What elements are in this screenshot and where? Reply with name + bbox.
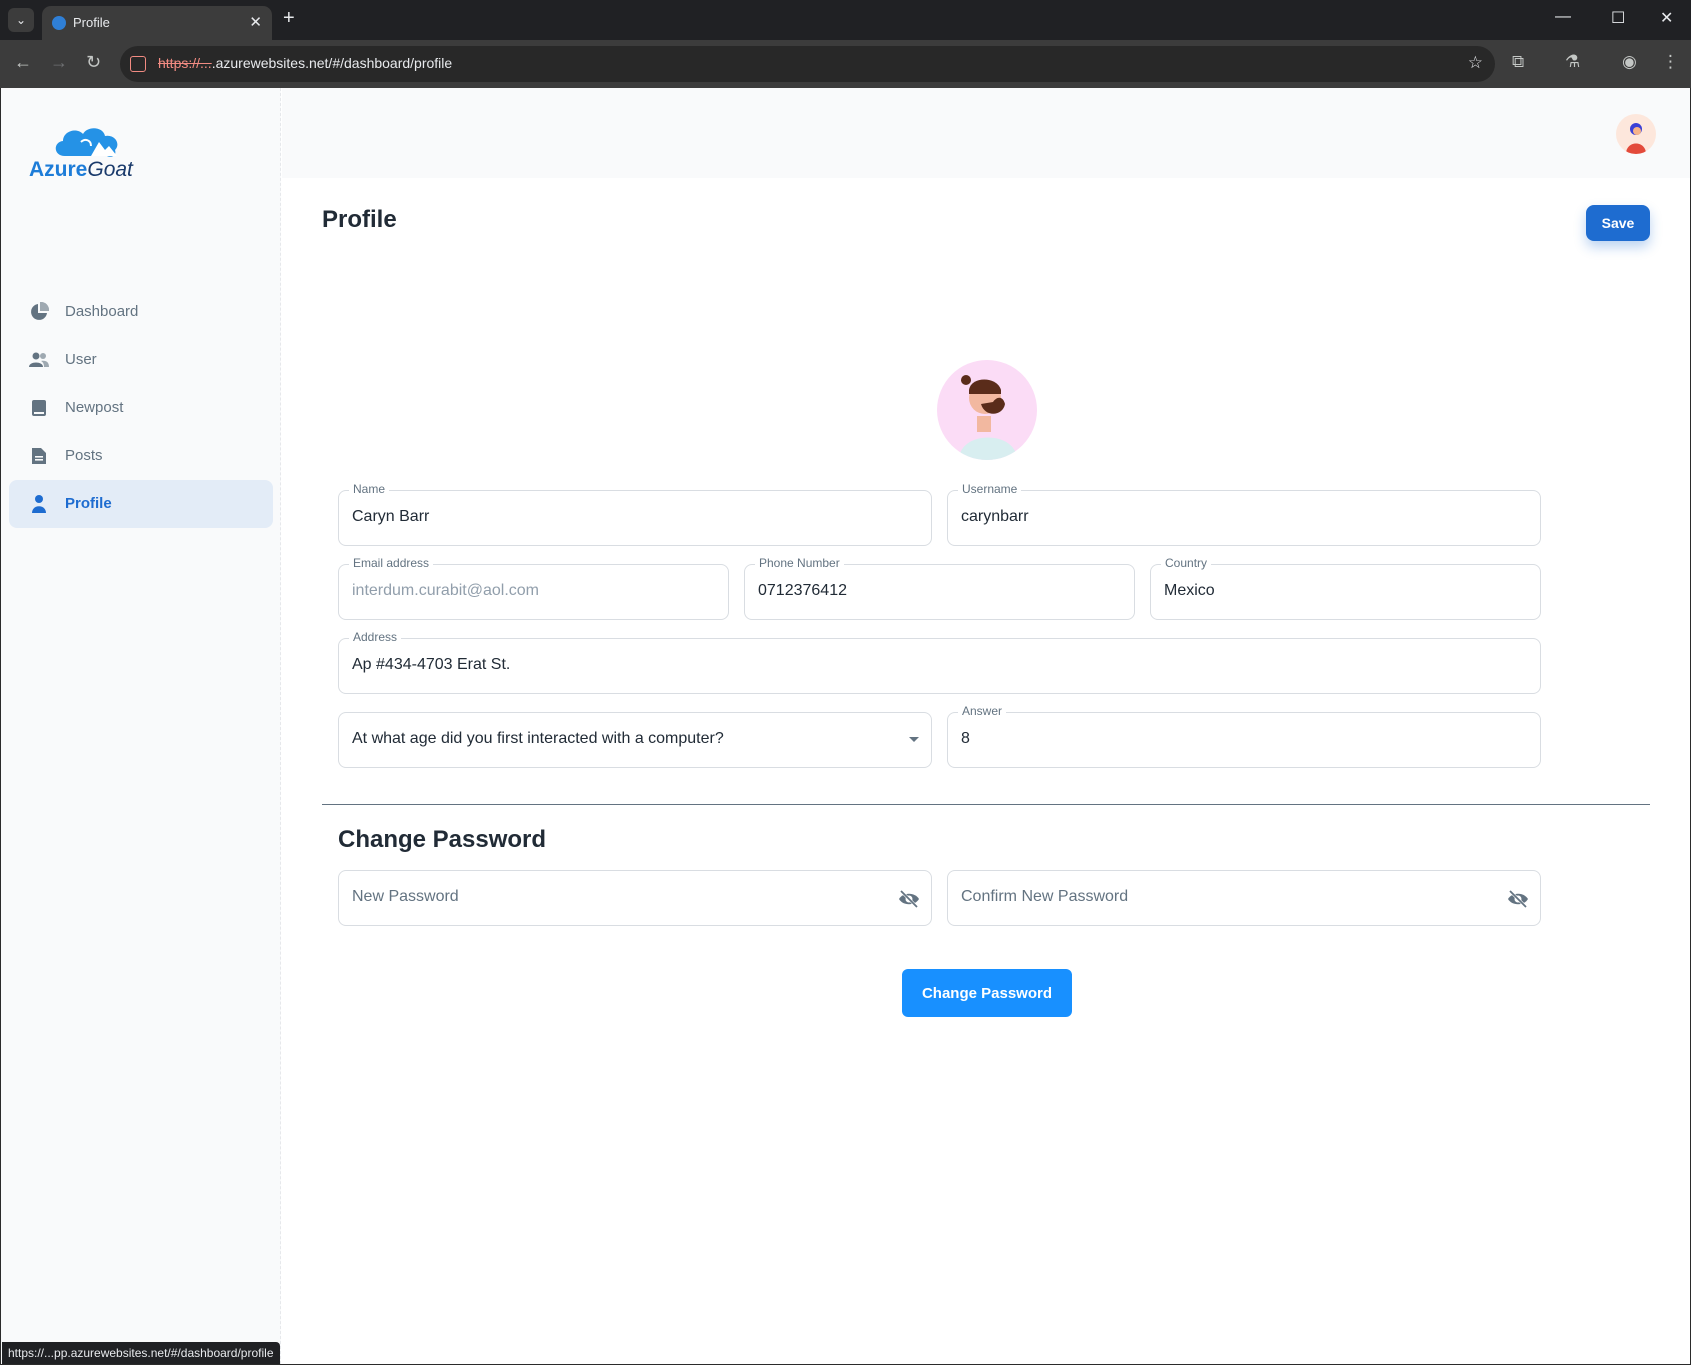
phone-label: Phone Number [755, 556, 844, 570]
security-question-select[interactable]: At what age did you first interacted wit… [338, 712, 932, 768]
avatar-illustration-icon [1626, 123, 1646, 154]
profile-icon[interactable]: ◉ [1622, 52, 1637, 72]
reload-icon[interactable]: ↻ [86, 52, 101, 73]
maximize-icon[interactable]: ☐ [1611, 8, 1625, 28]
eye-off-icon[interactable] [897, 887, 921, 911]
sidebar-item-label: Newpost [65, 399, 124, 416]
person-icon [32, 495, 46, 513]
address-label: Address [349, 630, 402, 644]
address-value[interactable]: Ap #434-4703 Erat St. [352, 656, 510, 674]
tab-search-button[interactable]: ⌄ [8, 8, 34, 32]
new-password-field[interactable]: New Password [338, 870, 932, 926]
avatar-illustration-icon [959, 375, 1017, 460]
browser-chrome: ⌄ Profile ✕ + — ☐ ✕ ← → ↻ https://....az… [0, 0, 1691, 88]
sidebar: AzureGoat Dashboard User Newpost Posts P… [1, 88, 281, 1364]
chevron-down-icon[interactable] [909, 737, 919, 742]
confirm-password-field[interactable]: Confirm New Password [947, 870, 1541, 926]
phone-field[interactable]: Phone Number 0712376412 [744, 556, 1135, 620]
status-bar-url: https://...pp.azurewebsites.net/#/dashbo… [2, 1342, 280, 1364]
confirm-password-placeholder: Confirm New Password [961, 888, 1129, 905]
sidebar-item-newpost[interactable]: Newpost [9, 384, 273, 432]
email-value[interactable]: interdum.curabit@aol.com [352, 582, 539, 600]
users-icon [29, 352, 49, 367]
phone-value[interactable]: 0712376412 [758, 582, 847, 600]
bookmark-star-icon[interactable]: ☆ [1468, 53, 1483, 73]
tab-strip: ⌄ Profile ✕ + — ☐ ✕ [0, 0, 1691, 40]
window-close-icon[interactable]: ✕ [1660, 8, 1673, 28]
sidebar-item-posts[interactable]: Posts [9, 432, 273, 480]
labs-flask-icon[interactable]: ⚗ [1565, 52, 1580, 72]
security-question-value: At what age did you first interacted wit… [352, 730, 724, 747]
page-title: Profile [322, 206, 397, 233]
profile-page: Profile Save Name Caryn Barr Username ca… [282, 178, 1690, 1364]
country-label: Country [1161, 556, 1212, 570]
new-tab-button[interactable]: + [283, 7, 295, 30]
sidebar-item-label: User [65, 351, 97, 368]
save-button[interactable]: Save [1586, 205, 1650, 241]
country-field[interactable]: Country Mexico [1150, 556, 1541, 620]
browser-toolbar: ← → ↻ https://....azurewebsites.net/#/da… [0, 40, 1691, 88]
close-tab-icon[interactable]: ✕ [249, 13, 262, 31]
name-value[interactable]: Caryn Barr [352, 508, 429, 526]
not-secure-icon[interactable] [130, 56, 146, 72]
url-text[interactable]: https://....azurewebsites.net/#/dashboar… [158, 55, 452, 71]
document-icon [32, 448, 46, 464]
name-label: Name [349, 482, 390, 496]
top-header [282, 88, 1690, 178]
answer-field[interactable]: Answer 8 [947, 704, 1541, 768]
menu-kebab-icon[interactable]: ⋮ [1662, 52, 1679, 72]
section-divider [322, 804, 1650, 805]
username-label: Username [958, 482, 1022, 496]
username-field[interactable]: Username carynbarr [947, 482, 1541, 546]
logo-text: AzureGoat [29, 158, 133, 181]
email-field[interactable]: Email address interdum.curabit@aol.com [338, 556, 729, 620]
profile-avatar[interactable] [937, 360, 1037, 460]
answer-label: Answer [958, 704, 1007, 718]
country-value[interactable]: Mexico [1164, 582, 1215, 600]
sidebar-nav: Dashboard User Newpost Posts Profile [9, 288, 273, 528]
username-value[interactable]: carynbarr [961, 508, 1029, 526]
answer-value[interactable]: 8 [961, 730, 970, 748]
address-bar[interactable]: https://....azurewebsites.net/#/dashboar… [120, 46, 1495, 82]
change-password-title: Change Password [338, 826, 547, 853]
app-logo[interactable]: AzureGoat [29, 122, 159, 182]
pie-chart-icon [31, 302, 49, 320]
new-password-placeholder: New Password [352, 888, 459, 905]
account-avatar[interactable] [1616, 114, 1656, 154]
favicon-icon [52, 16, 66, 30]
email-label: Email address [349, 556, 434, 570]
forward-icon[interactable]: → [50, 52, 68, 73]
minimize-icon[interactable]: — [1555, 8, 1571, 26]
sidebar-item-user[interactable]: User [9, 336, 273, 384]
book-icon [32, 400, 46, 416]
back-icon[interactable]: ← [14, 52, 32, 73]
extensions-icon[interactable]: ⧉ [1512, 52, 1524, 72]
browser-tab[interactable]: Profile ✕ [42, 6, 272, 40]
eye-off-icon[interactable] [1506, 887, 1530, 911]
sidebar-item-profile[interactable]: Profile [9, 480, 273, 528]
name-field[interactable]: Name Caryn Barr [338, 482, 932, 546]
page-viewport: AzureGoat Dashboard User Newpost Posts P… [1, 88, 1690, 1364]
sidebar-item-label: Posts [65, 447, 103, 464]
sidebar-item-dashboard[interactable]: Dashboard [9, 288, 273, 336]
address-field[interactable]: Address Ap #434-4703 Erat St. [338, 630, 1541, 694]
tab-title: Profile [73, 15, 110, 30]
change-password-button[interactable]: Change Password [902, 969, 1072, 1017]
cloud-logo-icon [55, 128, 118, 157]
sidebar-item-label: Profile [65, 495, 112, 512]
sidebar-item-label: Dashboard [65, 303, 139, 320]
